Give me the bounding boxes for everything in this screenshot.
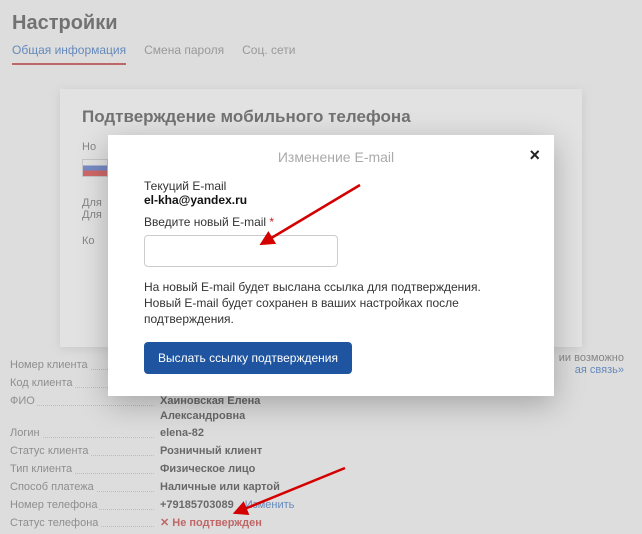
change-email-modal: × Изменение E-mail Текуций E-mail el-kha… <box>108 135 554 396</box>
new-email-label: Введите новый E-mail * <box>144 215 528 229</box>
modal-title: Изменение E-mail <box>144 149 528 165</box>
current-email-value: el-kha@yandex.ru <box>144 193 528 207</box>
send-confirmation-button[interactable]: Выслать ссылку подтверждения <box>144 342 352 374</box>
close-icon[interactable]: × <box>529 145 540 166</box>
modal-note: На новый E-mail будет выслана ссылка для… <box>144 279 514 328</box>
new-email-input[interactable] <box>144 235 338 267</box>
current-email-label: Текуций E-mail <box>144 179 528 193</box>
